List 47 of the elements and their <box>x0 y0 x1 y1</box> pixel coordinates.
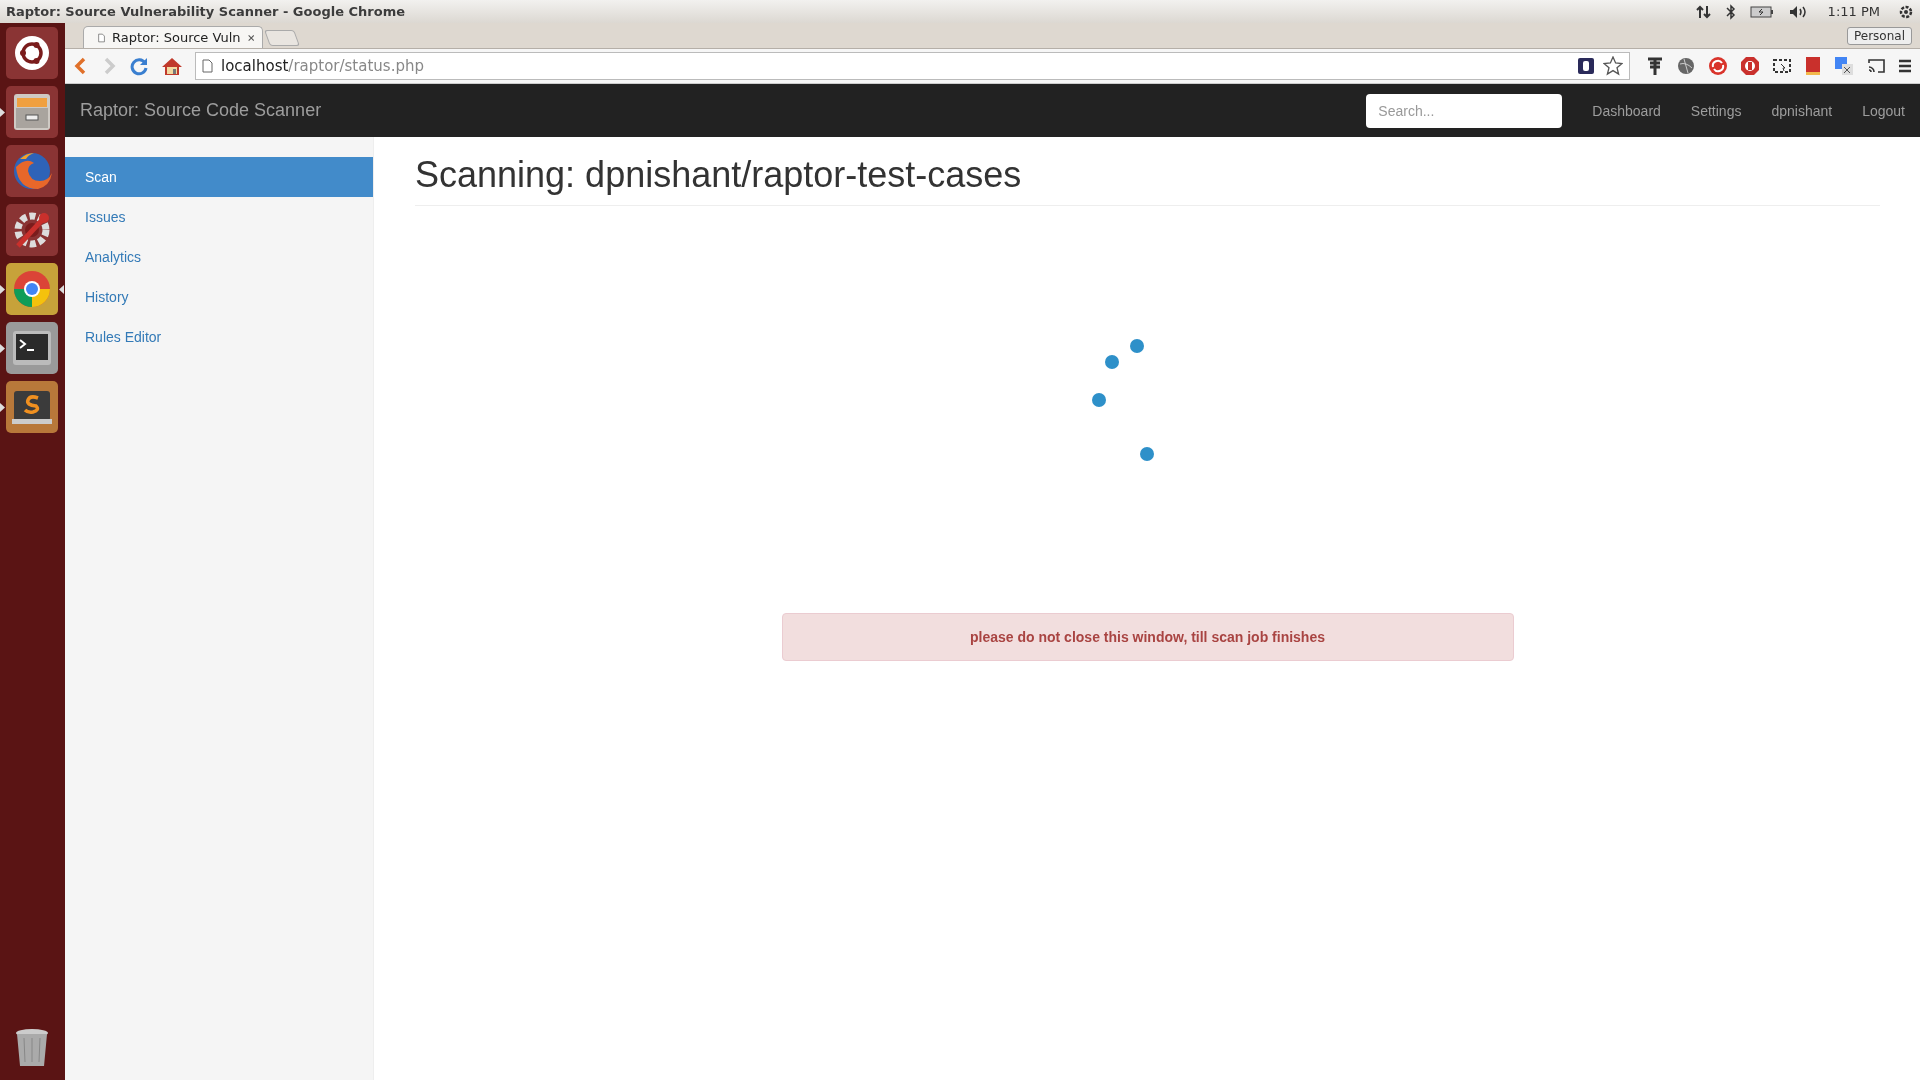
search-field[interactable]: Search... <box>1366 93 1563 128</box>
window-title: Raptor: Source Vulnerability Scanner - Google Chrome <box>6 4 405 19</box>
page-icon <box>98 30 106 45</box>
sync-icon[interactable] <box>1708 56 1728 76</box>
sidebar-item[interactable]: History <box>65 277 373 317</box>
circle-logo-icon[interactable] <box>6 27 58 79</box>
profile-button[interactable]: Personal <box>1847 27 1912 45</box>
browser-icon[interactable] <box>6 263 58 315</box>
close-icon[interactable] <box>247 32 254 43</box>
clock[interactable]: 1:11 PM <box>1827 4 1880 19</box>
nav-link[interactable]: Logout <box>1847 102 1920 119</box>
globe-icon[interactable] <box>1676 56 1696 76</box>
reload-icon[interactable] <box>129 56 149 76</box>
star-icon[interactable] <box>1603 56 1623 76</box>
file-cabinet-icon[interactable] <box>6 86 58 138</box>
warning-alert: please do not close this window, till scan job finishes <box>781 613 1514 661</box>
network-icon[interactable] <box>1695 3 1712 20</box>
terminal-icon[interactable] <box>6 322 58 374</box>
power-gear-icon[interactable] <box>1898 3 1914 20</box>
editor-icon[interactable] <box>6 381 58 433</box>
cast-icon[interactable] <box>1866 57 1886 75</box>
page-heading: Scanning: dpnishant/raptor-test-cases <box>415 154 1880 206</box>
bookmark-extension-icon[interactable] <box>1577 57 1595 75</box>
menu-icon[interactable] <box>1898 58 1912 74</box>
url-text: localhost/raptor/status.php <box>221 57 424 75</box>
nav-link[interactable]: Settings <box>1675 102 1757 119</box>
nav-link[interactable]: dpnishant <box>1756 102 1848 119</box>
nav-link[interactable]: Dashboard <box>1577 102 1676 119</box>
globe-icon[interactable] <box>6 145 58 197</box>
sidebar-item[interactable]: Analytics <box>65 237 373 277</box>
tab-title: Raptor: Source Vuln <box>112 30 241 45</box>
bluetooth-icon[interactable] <box>1725 3 1736 20</box>
gear-wrench-icon[interactable] <box>6 204 58 256</box>
translate-icon[interactable] <box>1834 56 1854 76</box>
page-icon <box>202 59 213 73</box>
browser-tab[interactable]: Raptor: Source Vuln <box>83 26 263 48</box>
home-icon[interactable] <box>161 56 183 76</box>
loading-spinner-icon <box>1090 338 1155 462</box>
sidebar-item[interactable]: Scan <box>65 157 373 197</box>
stop-hand-icon[interactable] <box>1740 56 1760 76</box>
sidebar-item[interactable]: Issues <box>65 197 373 237</box>
book-icon[interactable] <box>1804 56 1822 76</box>
address-bar[interactable]: localhost/raptor/status.php <box>195 52 1630 80</box>
screenshot-icon[interactable] <box>1772 57 1792 75</box>
sidebar-item[interactable]: Rules Editor <box>65 317 373 357</box>
battery-icon[interactable] <box>1749 4 1774 19</box>
brand-link[interactable]: Raptor: Source Code Scanner <box>80 100 322 121</box>
